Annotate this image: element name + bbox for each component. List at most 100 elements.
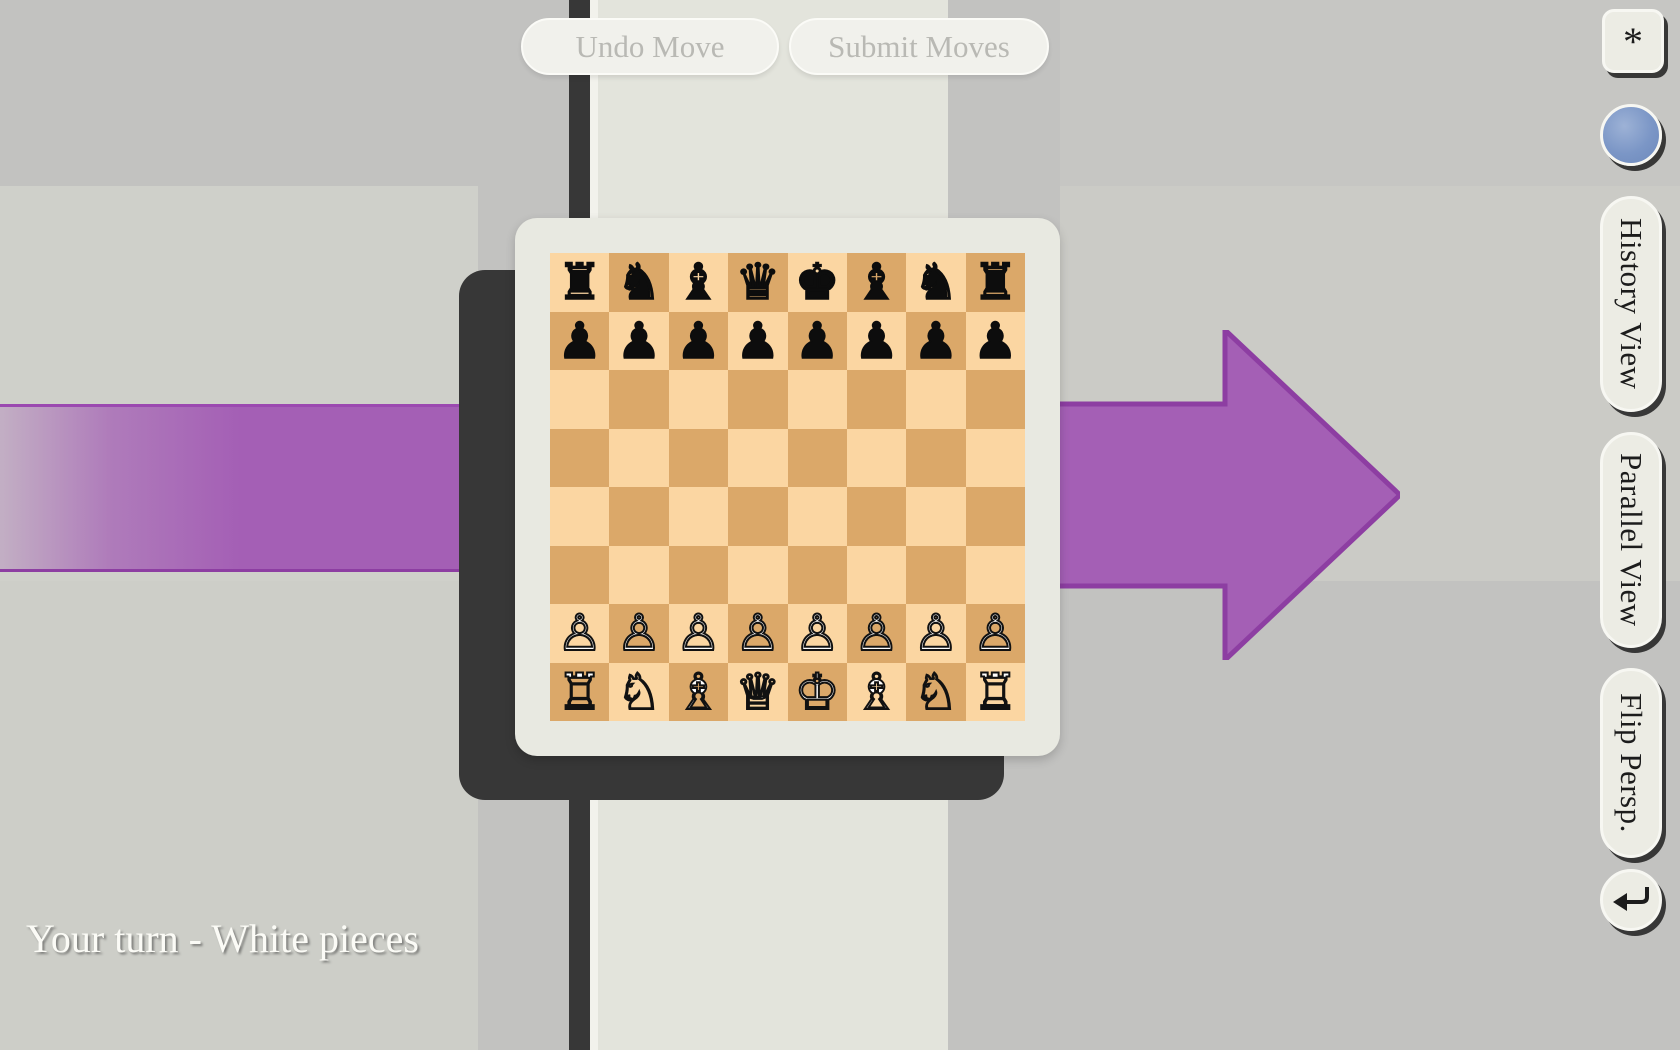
square-g7[interactable]: ♟ xyxy=(906,311,966,370)
square-h8[interactable]: ♜ xyxy=(965,253,1025,312)
square-f3[interactable] xyxy=(846,545,907,604)
white-pawn[interactable]: ♙ xyxy=(853,607,900,659)
white-pawn[interactable]: ♙ xyxy=(616,607,663,659)
square-f6[interactable] xyxy=(846,370,907,429)
square-h4[interactable] xyxy=(965,487,1025,546)
square-a7[interactable]: ♟ xyxy=(550,311,610,370)
black-pawn[interactable]: ♟ xyxy=(735,315,781,367)
square-b8[interactable]: ♞ xyxy=(609,253,669,312)
black-pawn[interactable]: ♟ xyxy=(557,315,603,367)
black-king[interactable]: ♚ xyxy=(794,257,840,309)
square-a1[interactable]: ♖ xyxy=(550,662,610,721)
square-a4[interactable] xyxy=(550,487,610,546)
square-f2[interactable]: ♙ xyxy=(846,604,907,663)
square-h3[interactable] xyxy=(965,545,1025,604)
square-a5[interactable] xyxy=(550,428,610,487)
square-b7[interactable]: ♟ xyxy=(609,311,669,370)
square-a8[interactable]: ♜ xyxy=(550,253,610,312)
square-g8[interactable]: ♞ xyxy=(906,253,966,312)
square-e1[interactable]: ♔ xyxy=(787,662,847,721)
square-e5[interactable] xyxy=(787,428,847,487)
white-pawn[interactable]: ♙ xyxy=(794,607,841,659)
square-g3[interactable] xyxy=(906,545,966,604)
square-g2[interactable]: ♙ xyxy=(906,604,966,663)
black-pawn[interactable]: ♟ xyxy=(913,315,959,367)
square-g4[interactable] xyxy=(906,487,966,546)
square-f5[interactable] xyxy=(846,428,907,487)
square-e7[interactable]: ♟ xyxy=(787,311,847,370)
white-bishop[interactable]: ♗ xyxy=(675,666,722,718)
square-h1[interactable]: ♖ xyxy=(965,662,1025,721)
square-g5[interactable] xyxy=(906,428,966,487)
square-b5[interactable] xyxy=(609,428,669,487)
black-pawn[interactable]: ♟ xyxy=(972,315,1018,367)
square-d8[interactable]: ♛ xyxy=(728,253,788,312)
square-c4[interactable] xyxy=(668,487,729,546)
square-f7[interactable]: ♟ xyxy=(846,311,907,370)
white-rook[interactable]: ♖ xyxy=(556,666,603,718)
white-rook[interactable]: ♖ xyxy=(972,666,1019,718)
black-bishop[interactable]: ♝ xyxy=(853,257,899,309)
black-pawn[interactable]: ♟ xyxy=(794,315,840,367)
square-b4[interactable] xyxy=(609,487,669,546)
square-b6[interactable] xyxy=(609,370,669,429)
square-c6[interactable] xyxy=(668,370,729,429)
square-h6[interactable] xyxy=(965,370,1025,429)
white-pawn[interactable]: ♙ xyxy=(913,607,960,659)
square-b3[interactable] xyxy=(609,545,669,604)
submit-moves-button[interactable]: Submit Moves xyxy=(789,18,1049,75)
square-a6[interactable] xyxy=(550,370,610,429)
square-d3[interactable] xyxy=(728,545,788,604)
square-e4[interactable] xyxy=(787,487,847,546)
square-g6[interactable] xyxy=(906,370,966,429)
settings-button[interactable]: * xyxy=(1602,9,1664,73)
white-pawn[interactable]: ♙ xyxy=(734,607,781,659)
square-d6[interactable] xyxy=(728,370,788,429)
square-c3[interactable] xyxy=(668,545,729,604)
square-d4[interactable] xyxy=(728,487,788,546)
square-d5[interactable] xyxy=(728,428,788,487)
black-knight[interactable]: ♞ xyxy=(616,257,662,309)
chess-board[interactable]: ♜ ♞ ♝ ♛ ♚ ♝ ♞ ♜ ♟ ♟ ♟ ♟ ♟ ♟ ♟ ♟ ♙ ♙ ♙ ♙ ♙ ♙ ♙ ♙ ♖ ♘ ♗ ♕ ♔ ♗ ♘ ♖ xyxy=(515,218,1060,756)
black-pawn[interactable]: ♟ xyxy=(616,315,662,367)
square-d7[interactable]: ♟ xyxy=(728,311,788,370)
white-pawn[interactable]: ♙ xyxy=(556,607,603,659)
black-queen[interactable]: ♛ xyxy=(735,257,781,309)
square-c1[interactable]: ♗ xyxy=(668,662,729,721)
white-king[interactable]: ♔ xyxy=(794,666,841,718)
square-h7[interactable]: ♟ xyxy=(965,311,1025,370)
square-c2[interactable]: ♙ xyxy=(668,604,729,663)
square-g1[interactable]: ♘ xyxy=(906,662,966,721)
square-e8[interactable]: ♚ xyxy=(787,253,847,312)
black-rook[interactable]: ♜ xyxy=(557,257,603,309)
square-c5[interactable] xyxy=(668,428,729,487)
sidebar-item-parallel-view[interactable]: Parallel View xyxy=(1600,432,1662,648)
square-f8[interactable]: ♝ xyxy=(846,253,907,312)
black-bishop[interactable]: ♝ xyxy=(675,257,721,309)
white-bishop[interactable]: ♗ xyxy=(853,666,900,718)
sidebar-item-flip-perspective[interactable]: Flip Persp. xyxy=(1600,668,1662,858)
square-h5[interactable] xyxy=(965,428,1025,487)
back-button[interactable] xyxy=(1600,869,1662,931)
white-pawn[interactable]: ♙ xyxy=(972,607,1019,659)
blue-sphere-icon[interactable] xyxy=(1600,104,1662,166)
black-pawn[interactable]: ♟ xyxy=(853,315,899,367)
square-e2[interactable]: ♙ xyxy=(787,604,847,663)
square-b1[interactable]: ♘ xyxy=(609,662,669,721)
square-f4[interactable] xyxy=(846,487,907,546)
white-knight[interactable]: ♘ xyxy=(616,666,663,718)
white-pawn[interactable]: ♙ xyxy=(675,607,722,659)
black-knight[interactable]: ♞ xyxy=(913,257,959,309)
square-e6[interactable] xyxy=(787,370,847,429)
black-rook[interactable]: ♜ xyxy=(972,257,1018,309)
square-f1[interactable]: ♗ xyxy=(846,662,907,721)
undo-move-button[interactable]: Undo Move xyxy=(521,18,779,75)
square-a3[interactable] xyxy=(550,545,610,604)
square-h2[interactable]: ♙ xyxy=(965,604,1025,663)
black-pawn[interactable]: ♟ xyxy=(675,315,721,367)
white-knight[interactable]: ♘ xyxy=(913,666,960,718)
square-d2[interactable]: ♙ xyxy=(728,604,788,663)
square-b2[interactable]: ♙ xyxy=(609,604,669,663)
square-e3[interactable] xyxy=(787,545,847,604)
board-grid[interactable]: ♜ ♞ ♝ ♛ ♚ ♝ ♞ ♜ ♟ ♟ ♟ ♟ ♟ ♟ ♟ ♟ ♙ ♙ ♙ ♙ ♙ ♙ ♙ ♙ ♖ ♘ ♗ ♕ ♔ ♗ ♘ ♖ xyxy=(550,253,1025,721)
